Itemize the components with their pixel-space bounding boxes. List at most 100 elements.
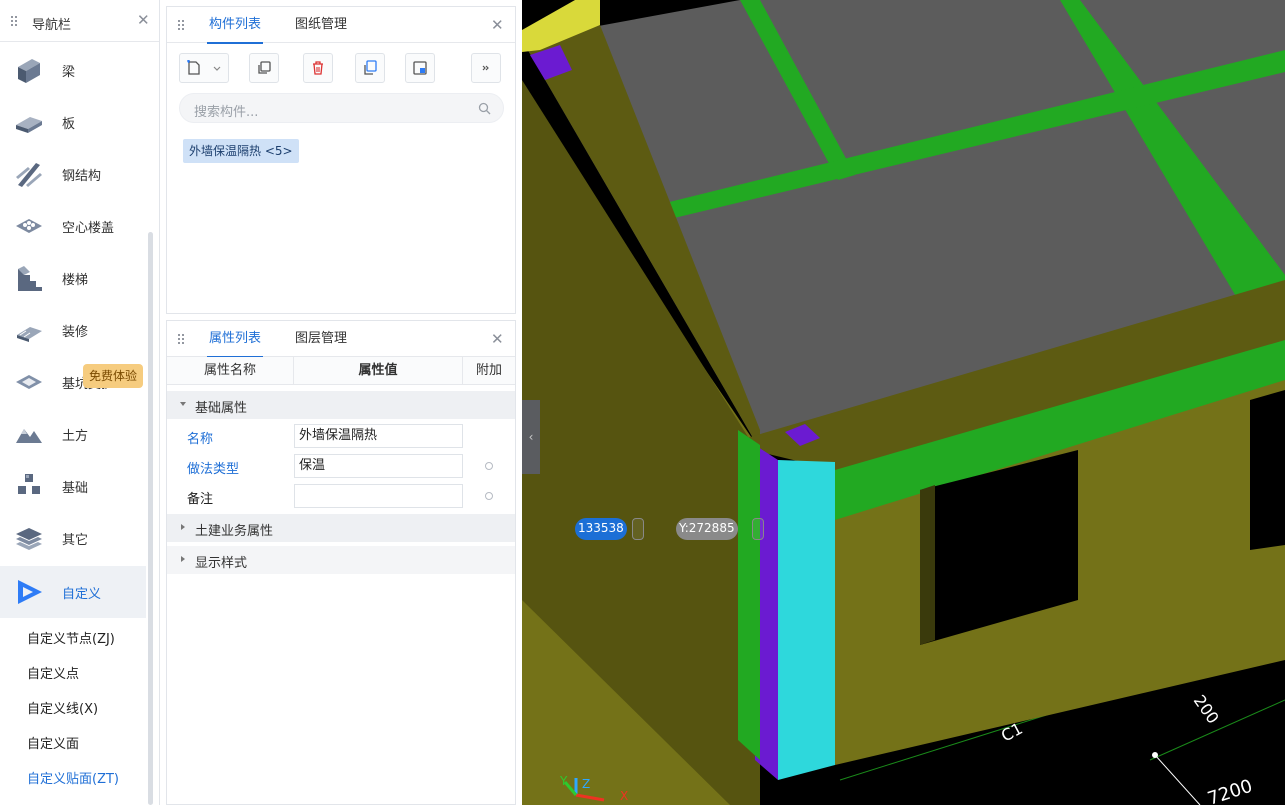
stairs-icon (12, 261, 46, 295)
free-trial-badge[interactable]: 免费体验 (83, 364, 144, 388)
nav-item-label: 梁 (62, 64, 76, 80)
nav-item-label: 装修 (62, 324, 89, 340)
tab-component-list[interactable]: 构件列表 (197, 7, 273, 44)
property-value-method-type-field[interactable]: 保温 (294, 454, 463, 478)
copy-to-floor-button[interactable] (355, 53, 385, 83)
group-label: 显示样式 (195, 556, 248, 571)
nav-item-label: 其它 (62, 532, 89, 548)
navigation-title: 导航栏 (32, 18, 72, 33)
coordinate-x-lock[interactable] (632, 518, 644, 540)
property-panel: 属性列表 图层管理 ✕ 属性名称 属性值 附加 基础属性 名称 外墙保温隔热 做… (166, 320, 516, 805)
navigation-scrollbar[interactable] (148, 232, 153, 805)
nav-item-label: 楼梯 (62, 272, 89, 288)
nav-item-decoration[interactable]: 装修 (0, 304, 146, 356)
coordinate-x-input[interactable]: 133538 (575, 518, 627, 540)
search-icon[interactable] (478, 102, 491, 115)
close-icon[interactable]: ✕ (491, 16, 504, 34)
layers-icon (12, 521, 46, 555)
nav-item-hollow-floor[interactable]: 空心楼盖 (0, 200, 146, 252)
decoration-icon (12, 313, 46, 347)
nav-item-label: 钢结构 (62, 168, 102, 184)
property-value-remark-field[interactable] (294, 484, 463, 508)
column-header-property-name: 属性名称 (167, 357, 294, 385)
subitem-custom-node[interactable]: 自定义节点(ZJ) (27, 628, 115, 647)
subitem-custom-veneer[interactable]: 自定义贴面(ZT) (27, 768, 119, 787)
property-row-method-type: 做法类型 保温 (167, 451, 515, 481)
insulation-green-edge (738, 430, 760, 760)
nav-item-other[interactable]: 其它 (0, 512, 146, 564)
column-header-property-value: 属性值 (294, 357, 463, 385)
delete-component-button[interactable] (303, 53, 333, 83)
tab-drawing-management[interactable]: 图纸管理 (283, 7, 359, 43)
custom-play-icon (12, 575, 46, 609)
caret-right-icon (181, 556, 185, 562)
nav-item-slab[interactable]: 板 (0, 96, 146, 148)
chevron-down-icon (213, 66, 221, 71)
insulation-cyan (778, 460, 835, 780)
nav-item-label: 基础 (62, 480, 89, 496)
svg-text:Y: Y (559, 774, 568, 788)
nav-item-label: 土方 (62, 428, 89, 444)
group-label: 基础属性 (195, 401, 248, 416)
coordinate-y-input[interactable]: Y:272885 (676, 518, 738, 540)
tab-property-list[interactable]: 属性列表 (197, 321, 273, 358)
nav-item-earthwork[interactable]: 土方 (0, 408, 146, 460)
property-name-label: 做法类型 (187, 462, 240, 477)
component-panel-tabs: 构件列表 图纸管理 ✕ (167, 7, 515, 44)
nav-item-stairs[interactable]: 楼梯 (0, 252, 146, 304)
coordinate-y-lock[interactable] (752, 518, 764, 540)
new-file-icon (187, 60, 200, 75)
group-basic-properties[interactable]: 基础属性 (167, 391, 515, 419)
copy-component-button[interactable] (249, 53, 279, 83)
property-table-header: 属性名称 属性值 附加 (167, 357, 515, 385)
model-viewport[interactable]: C1 200 7200 Y Z X 133538 Y:272885 (522, 0, 1285, 805)
trash-icon (313, 61, 323, 75)
drag-grip-icon[interactable] (177, 333, 185, 345)
subitem-custom-face[interactable]: 自定义面 (27, 733, 79, 752)
foundation-icon (12, 469, 46, 503)
caret-down-icon (180, 402, 186, 406)
component-search-input[interactable]: 搜索构件... (179, 93, 504, 123)
property-value-name-field[interactable]: 外墙保温隔热 (294, 424, 463, 448)
group-label: 土建业务属性 (195, 524, 274, 539)
extra-checkbox[interactable] (485, 492, 493, 500)
close-icon[interactable]: ✕ (137, 11, 150, 29)
property-row-name: 名称 外墙保温隔热 (167, 421, 515, 451)
drag-grip-icon[interactable] (177, 19, 185, 31)
nav-item-foundation[interactable]: 基础 (0, 460, 146, 512)
extra-checkbox[interactable] (485, 462, 493, 470)
new-component-button[interactable] (179, 53, 229, 83)
group-display-style[interactable]: 显示样式 (167, 546, 515, 574)
group-civil-business-properties[interactable]: 土建业务属性 (167, 514, 515, 542)
beam-icon (12, 53, 46, 87)
navigation-panel: 导航栏 ✕ 梁 板 钢结构 空心楼盖 楼梯 装修 土方 基础 其它 自定义 自定… (0, 0, 160, 805)
search-placeholder: 搜索构件... (194, 105, 259, 120)
more-tools-button[interactable] (471, 53, 501, 83)
duplicate-icon (364, 60, 377, 75)
copy-icon (258, 61, 271, 74)
component-list-panel: 构件列表 图纸管理 ✕ 搜索构件... 外墙保温隔热 <5> (166, 6, 516, 314)
foundation-pit-icon (12, 365, 46, 399)
drag-grip-icon[interactable] (10, 15, 18, 27)
nav-item-steel-structure[interactable]: 钢结构 (0, 148, 146, 200)
component-item-selected[interactable]: 外墙保温隔热 <5> (183, 139, 299, 163)
save-icon (413, 61, 427, 75)
svg-text:X: X (620, 789, 628, 803)
nav-item-label: 板 (62, 116, 76, 132)
save-component-button[interactable] (405, 53, 435, 83)
dimension-point (1152, 752, 1158, 758)
subitem-custom-line[interactable]: 自定义线(X) (27, 698, 98, 717)
navigation-header: 导航栏 ✕ (0, 0, 159, 42)
property-name-label: 备注 (187, 492, 214, 507)
panel-collapse-handle[interactable]: ‹ (522, 400, 540, 474)
nav-item-custom[interactable]: 自定义 (0, 566, 146, 618)
building-3d-model[interactable]: C1 200 7200 Y Z X (522, 0, 1285, 805)
property-row-remark: 备注 (167, 481, 515, 511)
tab-layer-management[interactable]: 图层管理 (283, 321, 359, 357)
subitem-custom-point[interactable]: 自定义点 (27, 663, 79, 682)
earthwork-icon (12, 417, 46, 451)
close-icon[interactable]: ✕ (491, 330, 504, 348)
nav-item-beam[interactable]: 梁 (0, 44, 146, 96)
nav-item-label: 自定义 (62, 586, 102, 602)
slab-icon (12, 105, 46, 139)
